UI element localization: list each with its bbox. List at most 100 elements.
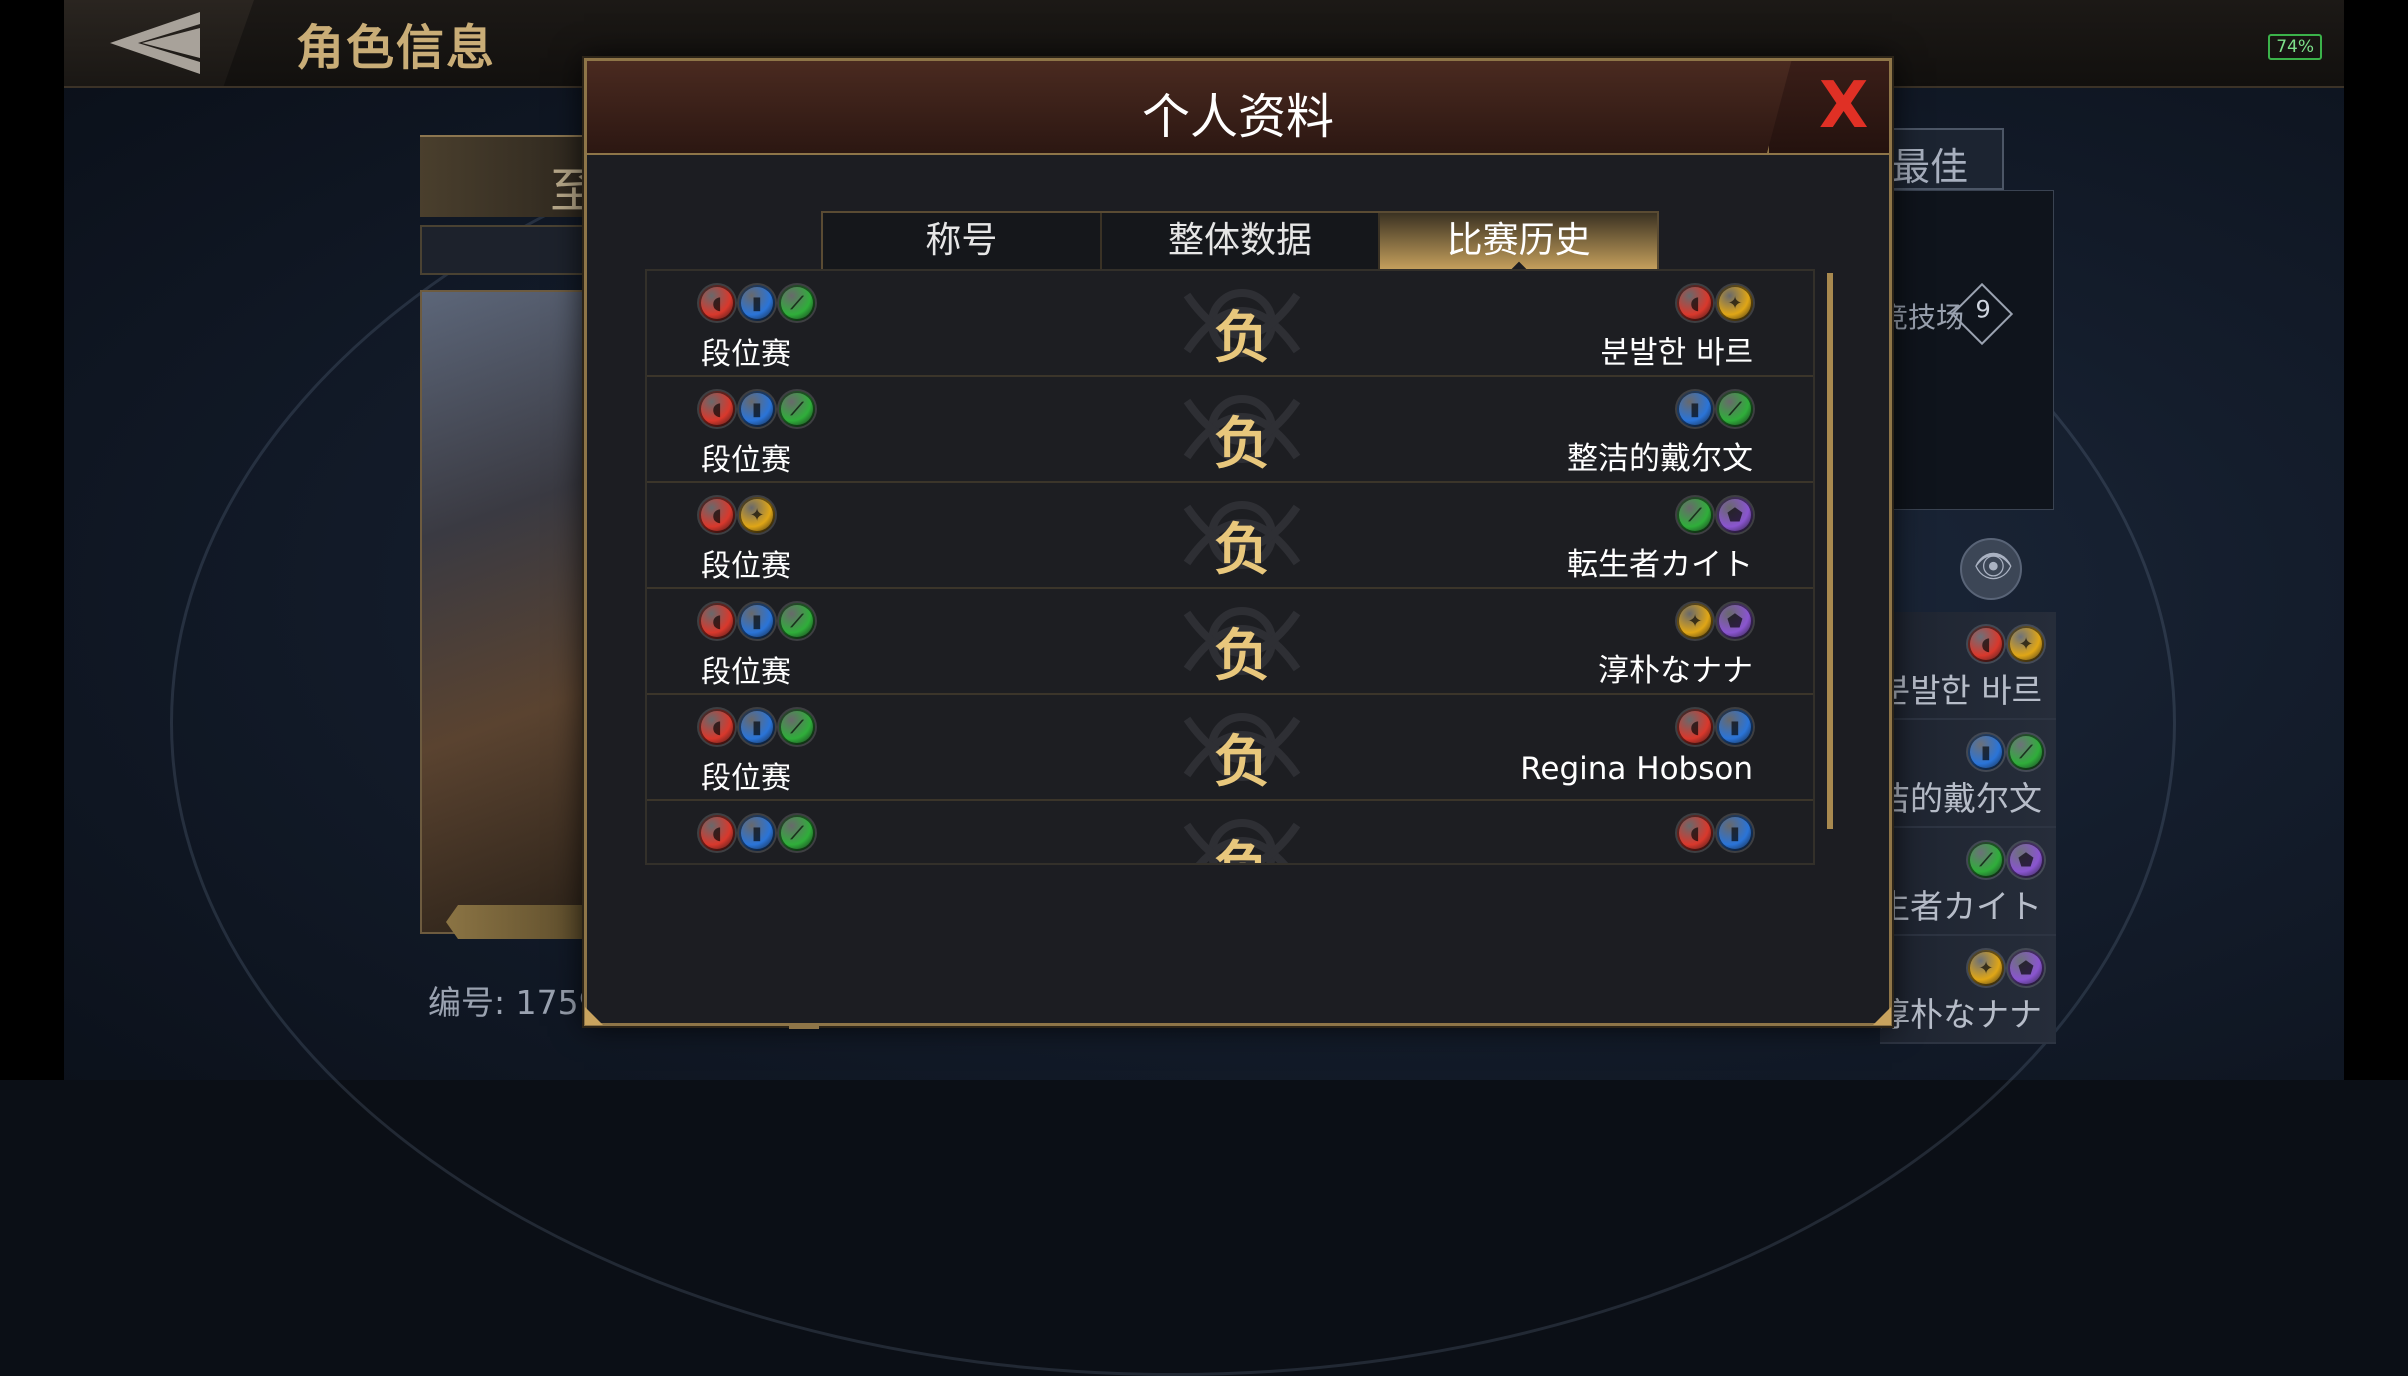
red-faction-icon: ◖	[699, 497, 735, 533]
green-faction-icon: ⟋	[779, 285, 815, 321]
blue-faction-icon: ▮	[1968, 734, 2004, 770]
bg-deck-icons: ▮ ⟋	[1968, 734, 2044, 770]
gold-faction-icon: ✦	[1717, 285, 1753, 321]
opponent-name: 淳朴なナナ	[1598, 653, 1753, 689]
back-button[interactable]	[64, 0, 254, 86]
opponent-name: 整洁的戴尔文	[1567, 441, 1753, 477]
bg-deck-icons: ◖ ✦	[1968, 626, 2044, 662]
arena-label: 竞技场	[1880, 301, 1965, 334]
corner-ornament-left	[585, 1007, 603, 1025]
close-icon: X	[1819, 69, 1869, 143]
gold-faction-icon: ✦	[1677, 603, 1713, 639]
match-row[interactable]: ◖ ✦ 段位赛 负 ⟋ ⬟ 転生者カイト	[647, 483, 1813, 589]
match-row[interactable]: ◖ ▮ ⟋ 段位赛负 ◖ ▮ Regina Hobson	[647, 695, 1813, 801]
bg-opponent-name: 淳朴なナナ	[1877, 995, 2042, 1034]
green-faction-icon: ⟋	[2008, 734, 2044, 770]
player-id: 编号: 1759	[428, 983, 600, 1022]
player-deck-icons: ◖ ▮ ⟋	[699, 709, 815, 745]
bg-right-tab[interactable]: 最佳	[1880, 128, 2004, 190]
match-mode: 段位赛	[701, 859, 791, 863]
letterbox-left	[0, 0, 64, 1080]
gold-faction-icon: ✦	[739, 497, 775, 533]
arena-level: 9	[1975, 295, 1991, 324]
blue-faction-icon: ▮	[739, 391, 775, 427]
bg-right-box	[1880, 190, 2054, 510]
bg-right-tab-label: 最佳	[1892, 145, 1969, 189]
blue-faction-icon: ▮	[1677, 391, 1713, 427]
bg-left-strip	[420, 225, 604, 275]
player-deck-icons: ◖ ▮ ⟋	[699, 285, 815, 321]
blue-faction-icon: ▮	[739, 815, 775, 851]
opponent-name: Regina Hobson	[1520, 751, 1753, 787]
bg-opponent-name: 분발한 바르	[1879, 671, 2042, 710]
blue-faction-icon: ▮	[739, 603, 775, 639]
opponent-name: 분발한 바르	[1600, 335, 1753, 371]
match-mode: 段位赛	[701, 549, 791, 584]
opponent-deck-icons: ◖ ▮	[1677, 709, 1753, 745]
green-faction-icon: ⟋	[1677, 497, 1713, 533]
gold-faction-icon: ✦	[2008, 626, 2044, 662]
red-faction-icon: ◖	[699, 603, 735, 639]
match-row[interactable]: ◖ ▮ ⟋ 段位赛负 ◖ ✦ 분발한 바르	[647, 271, 1813, 377]
battery-indicator: 74%	[2268, 34, 2322, 60]
bg-left-tab[interactable]: 至	[420, 135, 605, 219]
match-result: 负	[1214, 517, 1270, 583]
scrollbar[interactable]	[1827, 273, 1833, 829]
red-faction-icon: ◖	[1677, 709, 1713, 745]
opponent-name: 転生者カイト	[1567, 547, 1753, 583]
blue-faction-icon: ▮	[1717, 709, 1753, 745]
match-row[interactable]: ◖▮⟋ 段位赛 负 ◖▮	[647, 801, 1813, 863]
bg-deck-icons: ⟋ ⬟	[1968, 842, 2044, 878]
opponent-deck-icons: ◖ ▮	[1677, 815, 1753, 851]
gold-faction-icon: ✦	[1968, 950, 2004, 986]
match-mode: 段位赛	[701, 761, 791, 796]
match-row[interactable]: ◖ ▮ ⟋ 段位赛 负 ✦ ⬟ 淳朴なナナ	[647, 589, 1813, 695]
profile-dialog: 个人资料 X 称号 整体数据 比赛历史 ◖ ▮ ⟋ 段位赛负 ◖ ✦ 분발한 바르 ◖ ▮ ⟋ 段位赛负…	[584, 58, 1892, 1029]
tab-2[interactable]: 比赛历史	[1380, 213, 1658, 271]
player-deck-icons: ◖ ▮ ⟋	[699, 391, 815, 427]
player-deck-icons: ◖ ▮ ⟋	[699, 815, 815, 851]
eye-icon: 👁	[1973, 547, 2014, 585]
match-result: 负	[1214, 623, 1270, 689]
green-faction-icon: ⟋	[779, 709, 815, 745]
player-deck-icons: ◖ ✦	[699, 497, 775, 533]
bottom-ornament	[789, 1023, 819, 1029]
green-faction-icon: ⟋	[779, 603, 815, 639]
purple-faction-icon: ⬟	[2008, 950, 2044, 986]
bg-left-bar	[446, 905, 596, 939]
opponent-deck-icons: ⟋ ⬟	[1677, 497, 1753, 533]
dialog-title: 个人资料	[1141, 89, 1334, 145]
match-result: 负	[1214, 305, 1270, 371]
match-result: 负	[1214, 411, 1270, 477]
red-faction-icon: ◖	[699, 391, 735, 427]
match-result: 负	[1202, 823, 1282, 863]
letterbox-right	[2344, 0, 2408, 1080]
red-faction-icon: ◖	[1677, 285, 1713, 321]
red-faction-icon: ◖	[699, 815, 735, 851]
blue-faction-icon: ▮	[739, 709, 775, 745]
tab-0[interactable]: 称号	[823, 213, 1102, 271]
bg-right-row[interactable]: ◖ ✦ 분발한 바르	[1880, 612, 2056, 720]
match-history-list[interactable]: ◖ ▮ ⟋ 段位赛负 ◖ ✦ 분발한 바르 ◖ ▮ ⟋ 段位赛负 ▮ ⟋ 整洁的戴尔文 ◖ ✦ 段位赛负 ⟋ ⬟ 転生…	[645, 269, 1815, 865]
blue-faction-icon: ▮	[739, 285, 775, 321]
bg-right-row[interactable]: ✦ ⬟ 淳朴なナナ	[1877, 936, 2056, 1044]
bg-right-list: ◖ ✦ 분발한 바르 ▮ ⟋ 洁的戴尔文 ⟋ ⬟ 生者カイト ✦ ⬟ 淳朴なナナ	[1877, 612, 2056, 1044]
opponent-deck-icons: ◖ ✦	[1677, 285, 1753, 321]
eye-button[interactable]: 👁	[1960, 538, 2022, 600]
bg-right-row[interactable]: ▮ ⟋ 洁的戴尔文	[1877, 720, 2056, 828]
opponent-deck-icons: ✦ ⬟	[1677, 603, 1753, 639]
dialog-header: 个人资料	[587, 61, 1889, 155]
tab-1[interactable]: 整体数据	[1102, 213, 1381, 271]
dialog-tabs: 称号 整体数据 比赛历史	[821, 211, 1659, 273]
bg-opponent-name: 洁的戴尔文	[1877, 779, 2042, 818]
purple-faction-icon: ⬟	[1717, 603, 1753, 639]
match-result: 负	[1214, 729, 1270, 795]
red-faction-icon: ◖	[1968, 626, 2004, 662]
green-faction-icon: ⟋	[779, 391, 815, 427]
red-faction-icon: ◖	[699, 709, 735, 745]
match-mode: 段位赛	[701, 337, 791, 372]
match-row[interactable]: ◖ ▮ ⟋ 段位赛负 ▮ ⟋ 整洁的戴尔文	[647, 377, 1813, 483]
back-arrow-icon	[110, 12, 200, 74]
bg-right-row[interactable]: ⟋ ⬟ 生者カイト	[1877, 828, 2056, 936]
match-mode: 段位赛	[701, 655, 791, 690]
